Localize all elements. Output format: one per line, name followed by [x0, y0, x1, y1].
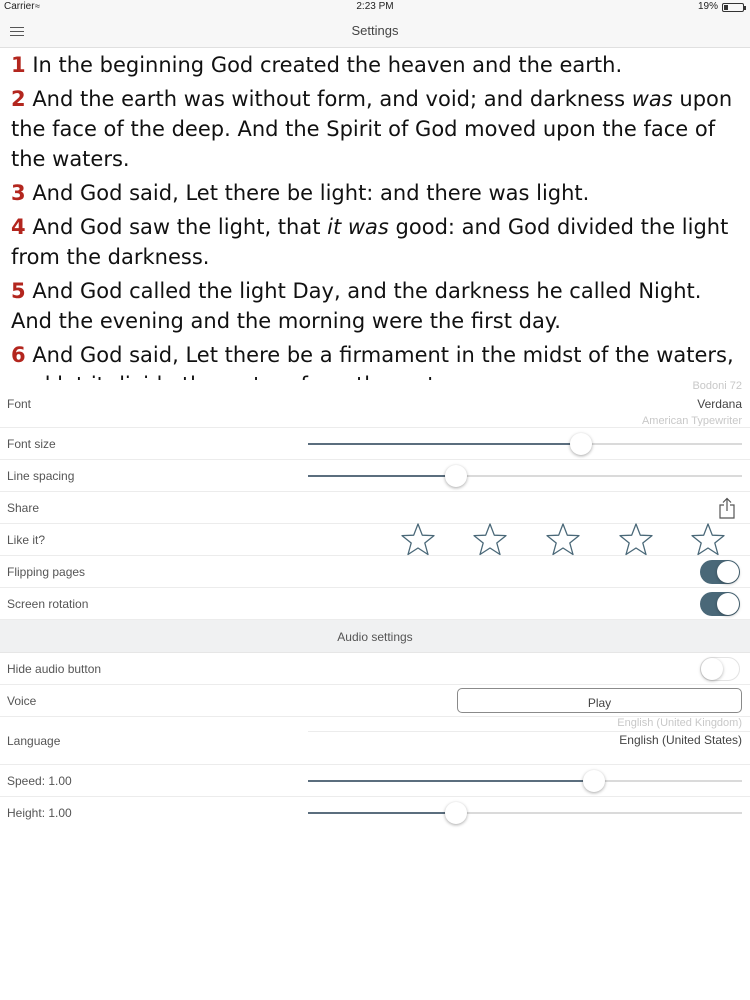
font-label: Font [7, 397, 32, 411]
rating-stars [400, 522, 730, 556]
star-icon[interactable] [690, 522, 726, 558]
verse: 4 And God saw the light, that it was goo… [11, 212, 739, 272]
slider-fill [308, 780, 595, 782]
font-size-row: Font size [0, 428, 750, 460]
verse-text: And God said, Let there be light: and th… [32, 181, 590, 205]
hide-audio-button-toggle[interactable] [700, 657, 740, 681]
hide-audio-button-label: Hide audio button [7, 662, 102, 676]
verse-number: 3 [11, 181, 26, 205]
language-picker[interactable]: English (United Kingdom) English (United… [617, 717, 742, 747]
slider-fill [308, 443, 582, 445]
verse-text: And God said, Let there be a firmament i… [11, 343, 734, 380]
verse-text: In the beginning God created the heaven … [32, 53, 623, 77]
settings-panel: Font Bodoni 72 Verdana American Typewrit… [0, 380, 750, 829]
share-icon[interactable] [718, 497, 736, 519]
font-row[interactable]: Font Bodoni 72 Verdana American Typewrit… [0, 380, 750, 428]
verse: 3 And God said, Let there be light: and … [11, 178, 739, 208]
play-button[interactable]: Play [457, 688, 742, 713]
status-time: 2:23 PM [356, 1, 394, 12]
screen-rotation-label: Screen rotation [7, 597, 89, 611]
font-size-label: Font size [7, 437, 56, 451]
toggle-knob [717, 593, 739, 615]
screen-rotation-toggle[interactable] [700, 592, 740, 616]
font-size-slider[interactable] [308, 433, 742, 455]
bible-text-preview[interactable]: 1 In the beginning God created the heave… [0, 48, 750, 380]
battery-icon [722, 3, 746, 12]
height-row: Height: 1.00 [0, 797, 750, 829]
verse-text: it was [327, 215, 389, 239]
slider-fill [308, 812, 456, 814]
toggle-knob [717, 561, 739, 583]
flipping-pages-toggle[interactable] [700, 560, 740, 584]
line-spacing-row: Line spacing [0, 460, 750, 492]
verse-number: 2 [11, 87, 26, 111]
share-row[interactable]: Share [0, 492, 750, 524]
page-title: Settings [351, 23, 399, 38]
verse-text: And the earth was without form, and void… [32, 87, 632, 111]
slider-fill [308, 475, 456, 477]
line-spacing-label: Line spacing [7, 469, 75, 483]
battery-fill [724, 5, 728, 10]
slider-thumb[interactable] [444, 465, 467, 487]
like-row: Like it? [0, 522, 750, 556]
status-bar: Carrier ≈ 2:23 PM 19% [0, 0, 750, 14]
verse: 5 And God called the light Day, and the … [11, 276, 739, 336]
language-label: Language [7, 734, 61, 748]
hide-audio-button-row: Hide audio button [0, 653, 750, 685]
verse-text: was [631, 87, 673, 111]
verse: 2 And the earth was without form, and vo… [11, 84, 739, 174]
font-option-below[interactable]: American Typewriter [642, 415, 742, 426]
toggle-knob [701, 658, 723, 680]
voice-row: Voice Play [0, 685, 750, 717]
height-slider[interactable] [308, 802, 742, 824]
flipping-pages-label: Flipping pages [7, 565, 86, 579]
battery-percent: 19% [697, 1, 718, 12]
verse-number: 5 [11, 279, 26, 303]
language-option-above[interactable]: English (United Kingdom) [617, 717, 742, 730]
audio-settings-header: Audio settings [0, 620, 750, 653]
language-row: Language English (United Kingdom) Englis… [0, 717, 750, 765]
verse-number: 6 [11, 343, 26, 367]
verse-text: And God called the light Day, and the da… [11, 279, 702, 333]
slider-thumb[interactable] [444, 802, 467, 824]
font-option-above[interactable]: Bodoni 72 [642, 380, 742, 393]
font-option-selected[interactable]: Verdana [642, 397, 742, 411]
language-option-selected[interactable]: English (United States) [617, 733, 742, 747]
screen-rotation-row: Screen rotation [0, 588, 750, 620]
star-icon[interactable] [472, 522, 508, 558]
slider-thumb[interactable] [583, 770, 606, 792]
verse: 6 And God said, Let there be a firmament… [11, 340, 739, 380]
verse-number: 1 [11, 53, 26, 77]
star-icon[interactable] [545, 522, 581, 558]
star-icon[interactable] [618, 522, 654, 558]
height-label: Height: 1.00 [7, 806, 72, 820]
font-picker[interactable]: Bodoni 72 Verdana American Typewriter [642, 380, 742, 426]
like-label: Like it? [7, 533, 46, 547]
verse: 1 In the beginning God created the heave… [11, 50, 739, 80]
speed-row: Speed: 1.00 [0, 765, 750, 797]
star-icon[interactable] [400, 522, 436, 558]
line-spacing-slider[interactable] [308, 465, 742, 487]
verse-number: 4 [11, 215, 26, 239]
speed-slider[interactable] [308, 770, 742, 792]
speed-label: Speed: 1.00 [7, 774, 72, 788]
nav-bar: Settings [0, 14, 750, 48]
verse-text: And God saw the light, that [32, 215, 328, 239]
slider-thumb[interactable] [570, 433, 593, 455]
voice-label: Voice [7, 694, 37, 708]
share-label: Share [7, 501, 40, 515]
flipping-pages-row: Flipping pages [0, 556, 750, 588]
